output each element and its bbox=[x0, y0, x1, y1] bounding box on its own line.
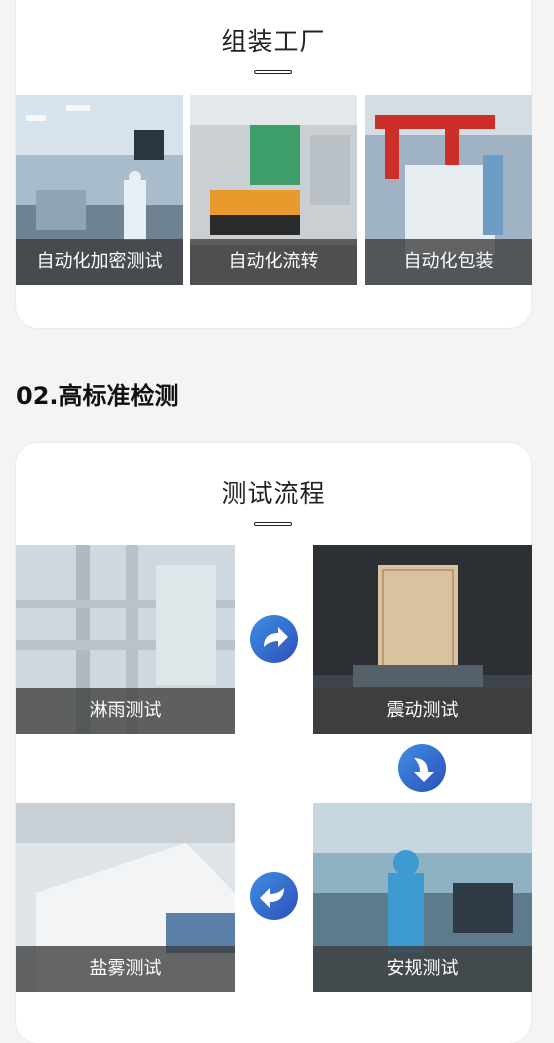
test-photo-safety[interactable]: 安规测试 bbox=[313, 803, 532, 992]
arrow-down-icon bbox=[398, 744, 446, 792]
arrow-left-glyph bbox=[260, 888, 284, 908]
card-title: 组装工厂 bbox=[221, 27, 326, 56]
photo-caption: 震动测试 bbox=[313, 688, 532, 734]
arrow-down-glyph bbox=[414, 758, 434, 782]
test-photo-rain[interactable]: 淋雨测试 bbox=[16, 545, 235, 734]
title-underline bbox=[254, 70, 292, 74]
factory-photo-automated-packaging[interactable]: 自动化包装 bbox=[365, 95, 532, 285]
section-heading: 02.高标准检测 bbox=[16, 382, 179, 410]
photo-caption: 自动化加密测试 bbox=[16, 239, 183, 285]
factory-photo-automated-transfer[interactable]: 自动化流转 bbox=[190, 95, 357, 285]
arrow-right-glyph bbox=[264, 627, 288, 647]
photo-caption: 盐雾测试 bbox=[16, 946, 235, 992]
arrow-left-icon bbox=[250, 872, 298, 920]
photo-caption: 自动化包装 bbox=[365, 239, 532, 285]
test-photo-vibration[interactable]: 震动测试 bbox=[313, 545, 532, 734]
card-title: 测试流程 bbox=[221, 479, 326, 508]
factory-photo-encryption-test[interactable]: 自动化加密测试 bbox=[16, 95, 183, 285]
arrow-right-icon bbox=[250, 615, 298, 663]
photo-caption: 自动化流转 bbox=[190, 239, 357, 285]
test-photo-salt-spray[interactable]: 盐雾测试 bbox=[16, 803, 235, 992]
title-underline bbox=[254, 522, 292, 526]
photo-caption: 安规测试 bbox=[313, 946, 532, 992]
photo-caption: 淋雨测试 bbox=[16, 688, 235, 734]
